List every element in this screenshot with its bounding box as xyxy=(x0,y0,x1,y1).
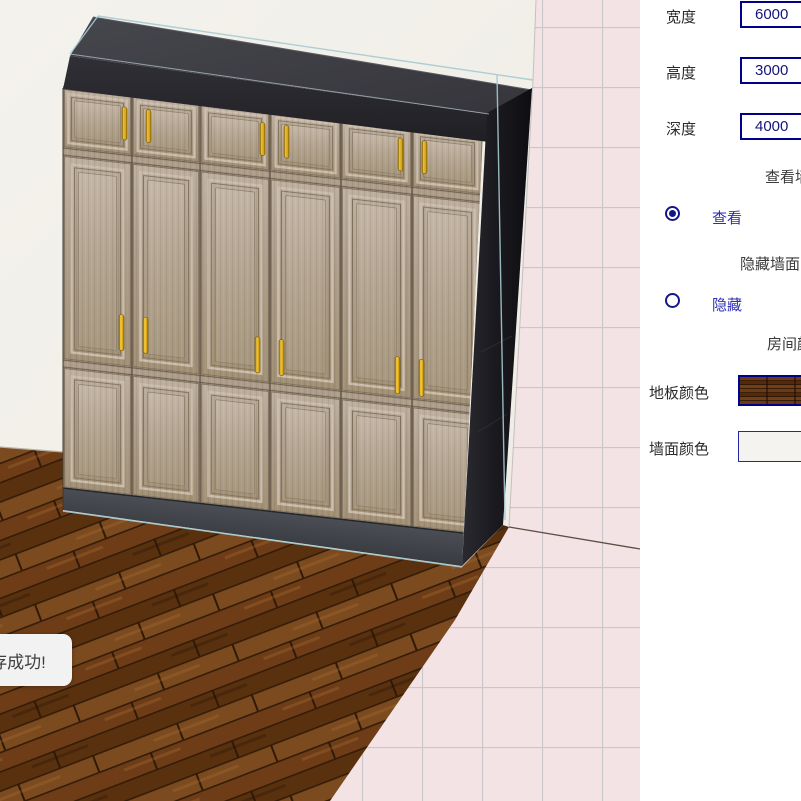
app-stage: 存成功! 宽度 高度 深度 查看墙面 查看 隐藏墙面 隐藏 房间颜色 地板颜色 … xyxy=(0,0,801,801)
depth-input[interactable] xyxy=(740,113,801,140)
view-radio[interactable] xyxy=(665,206,680,221)
view-radio-label[interactable]: 查看 xyxy=(712,207,742,228)
width-label: 宽度 xyxy=(666,6,696,27)
settings-panel: 宽度 高度 深度 查看墙面 查看 隐藏墙面 隐藏 房间颜色 地板颜色 墙面颜色 xyxy=(640,0,801,801)
wardrobe-cabinet[interactable] xyxy=(63,16,533,575)
hide-radio-label[interactable]: 隐藏 xyxy=(712,294,742,315)
hide-wall-group-label: 隐藏墙面 xyxy=(740,253,800,274)
room-colors-group-label: 房间颜色 xyxy=(767,333,801,354)
wall-color-swatch[interactable] xyxy=(738,431,801,462)
floor-color-label: 地板颜色 xyxy=(649,382,709,403)
toast-message: 存成功! xyxy=(0,648,46,673)
view-wall-group-label: 查看墙面 xyxy=(765,166,801,187)
height-input[interactable] xyxy=(740,57,801,84)
save-toast: 存成功! xyxy=(0,634,72,686)
floor-color-swatch[interactable] xyxy=(738,375,801,406)
height-label: 高度 xyxy=(666,62,696,83)
depth-label: 深度 xyxy=(666,118,696,139)
width-input[interactable] xyxy=(740,1,801,28)
hide-radio[interactable] xyxy=(665,293,680,308)
radio-dot xyxy=(669,210,676,217)
wall-color-label: 墙面颜色 xyxy=(649,438,709,459)
